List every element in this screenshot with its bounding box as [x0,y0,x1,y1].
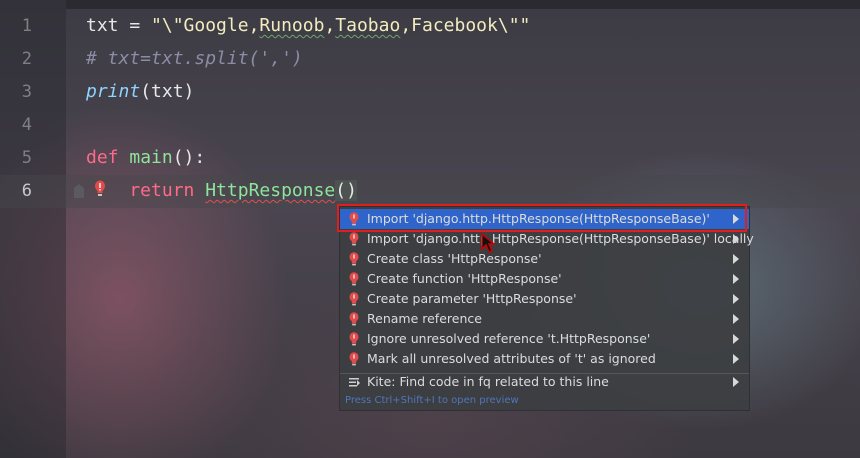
chevron-right-icon[interactable] [733,354,739,364]
bulb-red-icon [349,292,359,306]
bulb-red-icon [349,332,359,346]
bulb-red-icon [349,272,359,286]
bulb-red-icon [349,352,359,366]
line-number: 5 [21,148,32,168]
popup-item-label: Import 'django.http.HttpResponse(HttpRes… [367,231,754,246]
mouse-cursor-icon [481,232,497,253]
popup-item-label: Create class 'HttpResponse' [367,251,542,266]
chevron-right-icon[interactable] [733,254,739,264]
code-line-3[interactable]: 3 print(txt) [0,76,860,109]
popup-item-ignore-unresolved[interactable]: Ignore unresolved reference 't.HttpRespo… [340,329,749,349]
popup-item-kite-find-code[interactable]: Kite: Find code in fq related to this li… [340,372,749,392]
line-number: 3 [21,82,32,102]
chevron-right-icon[interactable] [733,377,739,387]
editor-top-bar [66,0,860,9]
code-line-5[interactable]: 5 def main(): [0,142,860,175]
code-text[interactable]: def main(): [86,147,205,168]
highlight-box [337,204,747,232]
popup-preview-hint[interactable]: Press Ctrl+Shift+I to open preview [345,395,519,406]
chevron-right-icon[interactable] [733,314,739,324]
code-text[interactable]: print(txt) [86,81,194,102]
popup-item-create-parameter[interactable]: Create parameter 'HttpResponse' [340,289,749,309]
bulb-red-icon [349,232,359,246]
popup-item-create-class[interactable]: Create class 'HttpResponse' [340,249,749,269]
code-text[interactable]: txt = "\"Google,Runoob,Taobao,Facebook\"… [86,15,530,36]
chevron-right-icon[interactable] [733,274,739,284]
popup-item-mark-ignored[interactable]: Mark all unresolved attributes of 't' as… [340,349,749,369]
chevron-right-icon[interactable] [733,294,739,304]
line-number: 2 [21,49,32,69]
popup-item-label: Create function 'HttpResponse' [367,271,562,286]
popup-item-label: Create parameter 'HttpResponse' [367,291,577,306]
code-line-1[interactable]: 1 txt = "\"Google,Runoob,Taobao,Facebook… [0,10,860,43]
code-text[interactable]: return HttpResponse() [86,180,357,201]
code-line-2[interactable]: 2 # txt=txt.split(',') [0,43,860,76]
bulb-red-icon [349,252,359,266]
bulb-red-icon [349,312,359,326]
popup-item-rename-reference[interactable]: Rename reference [340,309,749,329]
popup-item-label: Mark all unresolved attributes of 't' as… [367,351,656,366]
popup-item-create-function[interactable]: Create function 'HttpResponse' [340,269,749,289]
line-number: 4 [21,115,32,135]
chevron-right-icon[interactable] [733,234,739,244]
code-comment[interactable]: # txt=txt.split(',') [86,48,303,69]
bookmark-icon[interactable] [73,184,85,198]
popup-item-label: Ignore unresolved reference 't.HttpRespo… [367,331,651,346]
code-line-4[interactable]: 4 [0,109,860,142]
popup-item-import-locally[interactable]: Import 'django.http.HttpResponse(HttpRes… [340,229,754,249]
intention-actions-popup: Import 'django.http.HttpResponse(HttpRes… [339,206,754,411]
popup-item-label: Rename reference [367,311,482,326]
line-number: 1 [21,16,32,36]
kite-icon [349,378,360,387]
popup-item-label: Kite: Find code in fq related to this li… [367,374,609,389]
chevron-right-icon[interactable] [733,334,739,344]
line-number: 6 [21,181,32,201]
